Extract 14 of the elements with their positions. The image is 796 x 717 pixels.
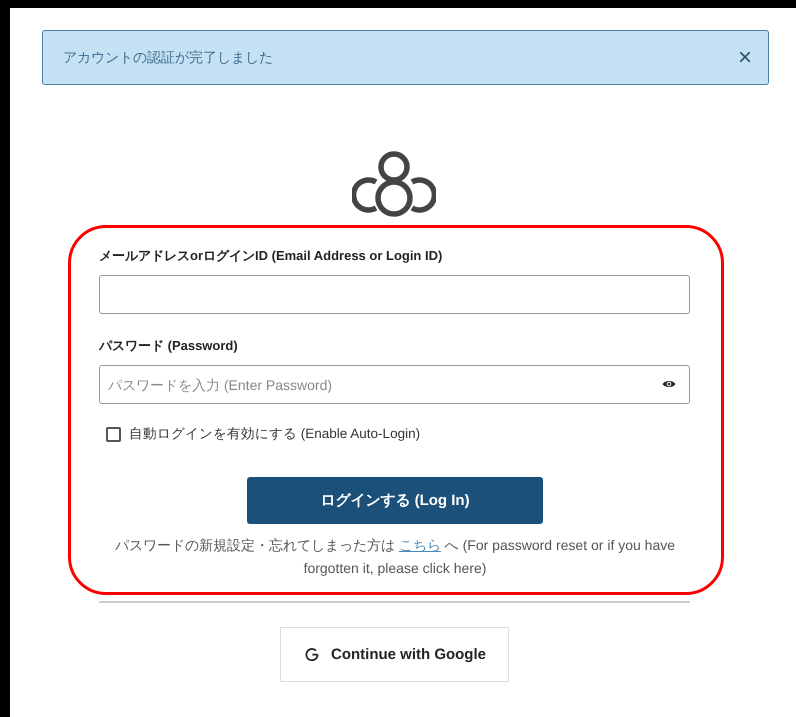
logo-icon — [352, 150, 436, 218]
password-reset-hint: パスワードの新規設定・忘れてしまった方は こちら へ (For password reset or if you have forgotten it, please click here) — [114, 536, 676, 578]
password-label: パスワード (Password) — [99, 337, 239, 355]
email-field[interactable] — [99, 275, 690, 314]
google-g-icon — [303, 646, 321, 664]
auto-login-label: 自動ログインを有効にする (Enable Auto-Login) — [129, 425, 420, 443]
alert-message: アカウントの認証が完了しました — [63, 48, 273, 66]
email-label: メールアドレスorログインID (Email Address or Login ID) — [99, 247, 444, 265]
login-button[interactable]: ログインする (Log In) — [247, 477, 543, 524]
close-button[interactable]: × — [736, 46, 754, 70]
auto-login-checkbox[interactable] — [106, 426, 121, 442]
google-signin-button[interactable]: Continue with Google — [280, 627, 509, 682]
reset-link[interactable]: こちら — [398, 537, 441, 553]
password-field[interactable]: パスワードを入力 (Enter Password) — [99, 365, 690, 404]
